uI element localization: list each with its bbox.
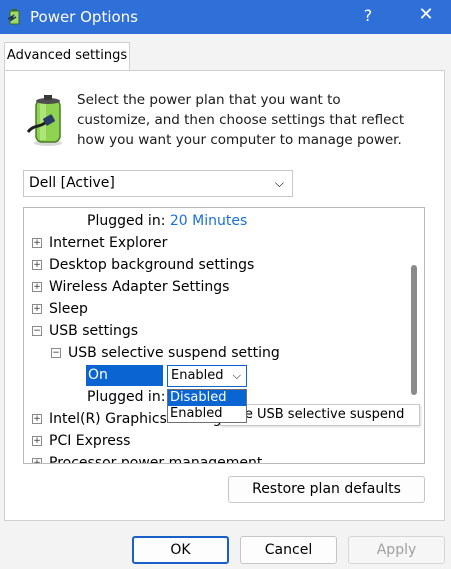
tree-item-label: Desktop background settings	[49, 257, 255, 273]
on-battery-select[interactable]: Enabled ⌵	[167, 365, 247, 387]
collapse-icon[interactable]: −	[32, 326, 42, 336]
ok-button[interactable]: OK	[132, 536, 229, 564]
chevron-down-icon: ⌵	[232, 369, 241, 382]
on-battery-dropdown-list[interactable]: Disabled Enabled	[167, 389, 247, 423]
tree-item-label: Wireless Adapter Settings	[49, 279, 230, 295]
on-battery-value: Enabled	[171, 368, 224, 383]
close-button[interactable]: ✕	[416, 4, 436, 25]
power-options-icon	[7, 9, 20, 25]
tree-item-label: USB selective suspend setting	[68, 345, 280, 361]
cancel-button[interactable]: Cancel	[240, 536, 337, 564]
title-bar: Power Options ? ✕	[0, 0, 451, 34]
apply-button[interactable]: Apply	[348, 536, 445, 564]
tree-row-plugged-in[interactable]: Plugged in: 20 Minutes	[87, 211, 247, 231]
chevron-down-icon: ⌵	[274, 176, 284, 190]
tree-item-label: Internet Explorer	[49, 235, 168, 251]
battery-plug-icon	[26, 95, 62, 146]
dropdown-option-disabled[interactable]: Disabled	[168, 390, 246, 406]
tree-item-label: PCI Express	[49, 433, 131, 449]
tree-item-label: Sleep	[49, 301, 88, 317]
expand-icon[interactable]: +	[32, 304, 42, 314]
help-button[interactable]: ?	[360, 6, 376, 25]
dropdown-option-enabled[interactable]: Enabled	[168, 406, 246, 422]
plugged-in-label: Plugged in:	[87, 389, 166, 405]
collapse-icon[interactable]: −	[51, 348, 61, 358]
expand-icon[interactable]: +	[32, 436, 42, 446]
expand-icon[interactable]: +	[32, 238, 42, 248]
tree-row-plugged-in-usb[interactable]: Plugged in:	[87, 387, 165, 407]
on-battery-label[interactable]: On battery:	[86, 365, 163, 404]
plugged-in-label: Plugged in:	[87, 213, 166, 229]
expand-icon[interactable]: +	[32, 414, 42, 424]
window-title: Power Options	[30, 8, 138, 26]
plugged-in-value-link[interactable]: 20 Minutes	[170, 213, 247, 229]
tree-item-label: USB settings	[49, 323, 139, 339]
expand-icon[interactable]: +	[32, 282, 42, 292]
intro-text: Select the power plan that you want to c…	[77, 92, 405, 148]
power-plan-select[interactable]: Dell [Active] ⌵	[23, 170, 293, 197]
expand-icon[interactable]: +	[32, 458, 42, 463]
scrollbar-thumb[interactable]	[411, 265, 417, 395]
expand-icon[interactable]: +	[32, 260, 42, 270]
power-plan-value: Dell [Active]	[29, 175, 115, 191]
tab-advanced-settings[interactable]: Advanced settings	[4, 42, 130, 71]
tree-item-label: Processor power management	[49, 455, 263, 464]
restore-plan-defaults-button[interactable]: Restore plan defaults	[228, 476, 425, 503]
tooltip: ble USB selective suspend	[220, 404, 420, 426]
